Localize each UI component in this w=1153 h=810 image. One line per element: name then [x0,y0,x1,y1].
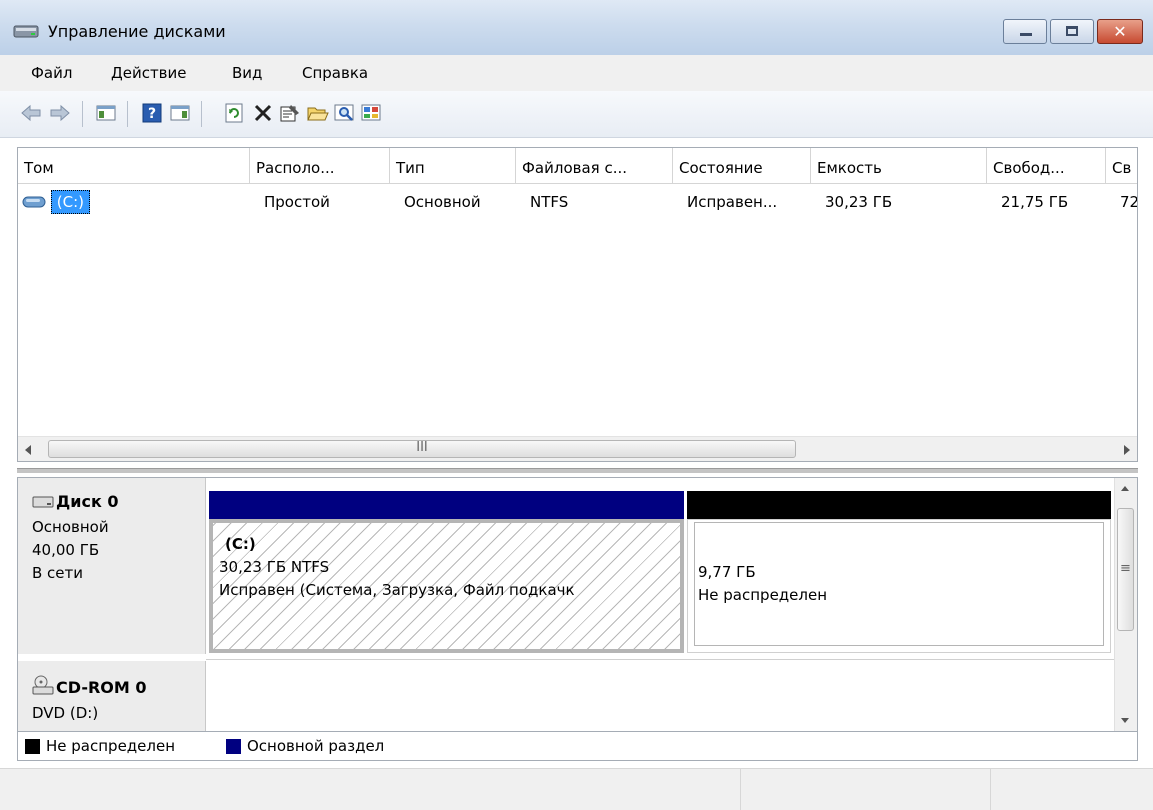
scroll-down-icon[interactable] [1120,716,1130,727]
properties-icon[interactable] [279,102,301,124]
status-bar-divider [740,769,741,810]
partition-c[interactable]: (C:) 30,23 ГБ NTFS Исправен (Система, За… [209,519,684,653]
cdrom-0-label[interactable]: CD-ROM 0 DVD (D:) [18,661,206,731]
disk-row-divider [206,659,1118,660]
unallocated-size: 9,77 ГБ [698,563,756,581]
minimize-button[interactable] [1003,19,1047,44]
minimize-icon [1020,33,1032,36]
partition-c-size: 30,23 ГБ NTFS [219,558,330,576]
maximize-button[interactable] [1050,19,1094,44]
window-title: Управление дисками [48,22,226,41]
column-header-capacity[interactable]: Емкость [811,148,987,183]
disk-0-size: 40,00 ГБ [32,541,100,559]
disk-management-window: Управление дисками ✕ Файл Действие Вид С… [0,0,1153,810]
unallocated-info: 9,77 ГБ Не распределен [688,520,1110,652]
legend: Не распределен Основной раздел [17,732,1138,761]
unallocated-partition[interactable]: 9,77 ГБ Не распределен [687,519,1111,653]
legend-item-primary: Основной раздел [226,736,384,756]
maximize-icon [1066,26,1078,36]
disk-graphical-view: Диск 0 Основной 40,00 ГБ В сети (C:) 30,… [17,477,1138,732]
menu-bar: Файл Действие Вид Справка [0,55,1153,92]
delete-icon[interactable] [252,102,274,124]
cdrom-0-name: CD-ROM 0 [56,678,147,697]
vertical-scroll-thumb[interactable]: ≡ [1117,508,1134,631]
hard-disk-icon [32,493,54,516]
cdrom-0-drive: DVD (D:) [32,704,99,722]
type-cell: Основной [404,193,481,211]
partition-c-status: Исправен (Система, Загрузка, Файл подкач… [219,581,575,599]
horizontal-scroll-thumb[interactable]: III [48,440,796,458]
volume-name: (C:) [50,190,91,214]
scroll-right-icon[interactable] [1123,442,1131,460]
vertical-scrollbar[interactable]: ≡ [1114,478,1137,731]
table-row[interactable]: (C:) Простой Основной NTFS Исправен... 3… [18,190,1138,214]
disk-management-app-icon [13,23,39,40]
partition-c-bar [209,491,684,519]
disk-0-label[interactable]: Диск 0 Основной 40,00 ГБ В сети [18,478,206,654]
disk-0-state: В сети [32,564,84,582]
status-bar-divider [990,769,991,810]
column-header-volume[interactable]: Том [18,148,250,183]
toolbar: ? [0,91,1153,138]
capacity-cell: 30,23 ГБ [825,193,893,211]
horizontal-scrollbar[interactable]: III [18,436,1137,461]
help-icon[interactable]: ? [141,102,163,124]
pane-splitter[interactable] [17,468,1138,473]
refresh-icon[interactable] [223,102,245,124]
volume-list[interactable]: Том Располо... Тип Файловая с... Состоян… [17,147,1138,462]
toolbar-separator [82,101,83,127]
legend-label-primary: Основной раздел [247,737,385,755]
menu-help[interactable]: Справка [302,64,368,82]
legend-label-unallocated: Не распределен [46,737,176,755]
column-header-percent-free[interactable]: Св [1106,148,1137,183]
settings-icon[interactable] [361,102,383,124]
open-folder-icon[interactable] [307,102,329,124]
status-bar [0,768,1153,810]
back-arrow-icon[interactable] [20,102,42,124]
menu-action[interactable]: Действие [111,64,187,82]
svg-text:?: ? [148,106,156,122]
legend-item-unallocated: Не распределен [25,736,175,756]
percent-free-cell: 72 [1120,193,1138,211]
window-controls: ✕ [1000,19,1143,44]
unallocated-bar [687,491,1111,519]
partition-c-label: (C:) [225,535,256,553]
search-icon[interactable] [334,102,356,124]
cd-drive-icon [32,675,54,702]
layout-cell: Простой [264,193,330,211]
column-header-filesystem[interactable]: Файловая с... [516,148,673,183]
close-button[interactable]: ✕ [1097,19,1143,44]
forward-arrow-icon[interactable] [49,102,71,124]
column-header-layout[interactable]: Располо... [250,148,390,183]
volume-list-header: Том Располо... Тип Файловая с... Состоян… [18,148,1137,184]
column-header-status[interactable]: Состояние [673,148,811,183]
unallocated-status: Не распределен [698,586,828,604]
show-hide-action-pane-icon[interactable] [169,102,191,124]
toolbar-separator [127,101,128,127]
partition-c-info: (C:) 30,23 ГБ NTFS Исправен (Система, За… [213,523,680,649]
toolbar-separator [201,101,202,127]
menu-view[interactable]: Вид [232,64,262,82]
legend-swatch-unallocated [25,738,40,754]
filesystem-cell: NTFS [530,193,569,211]
close-icon: ✕ [1113,22,1127,41]
volume-icon [22,196,46,208]
title-bar[interactable]: Управление дисками ✕ [0,0,1153,55]
status-cell: Исправен... [687,193,778,211]
column-header-free[interactable]: Свобод... [987,148,1106,183]
show-hide-console-tree-icon[interactable] [95,102,117,124]
scroll-left-icon[interactable] [24,442,32,460]
disk-0-name: Диск 0 [56,492,119,511]
column-header-type[interactable]: Тип [390,148,516,183]
volume-cell[interactable]: (C:) [18,190,91,214]
menu-file[interactable]: Файл [31,64,72,82]
disk-0-type: Основной [32,518,109,536]
free-cell: 21,75 ГБ [1001,193,1069,211]
scroll-up-icon[interactable] [1120,484,1130,495]
legend-swatch-primary [226,738,241,754]
